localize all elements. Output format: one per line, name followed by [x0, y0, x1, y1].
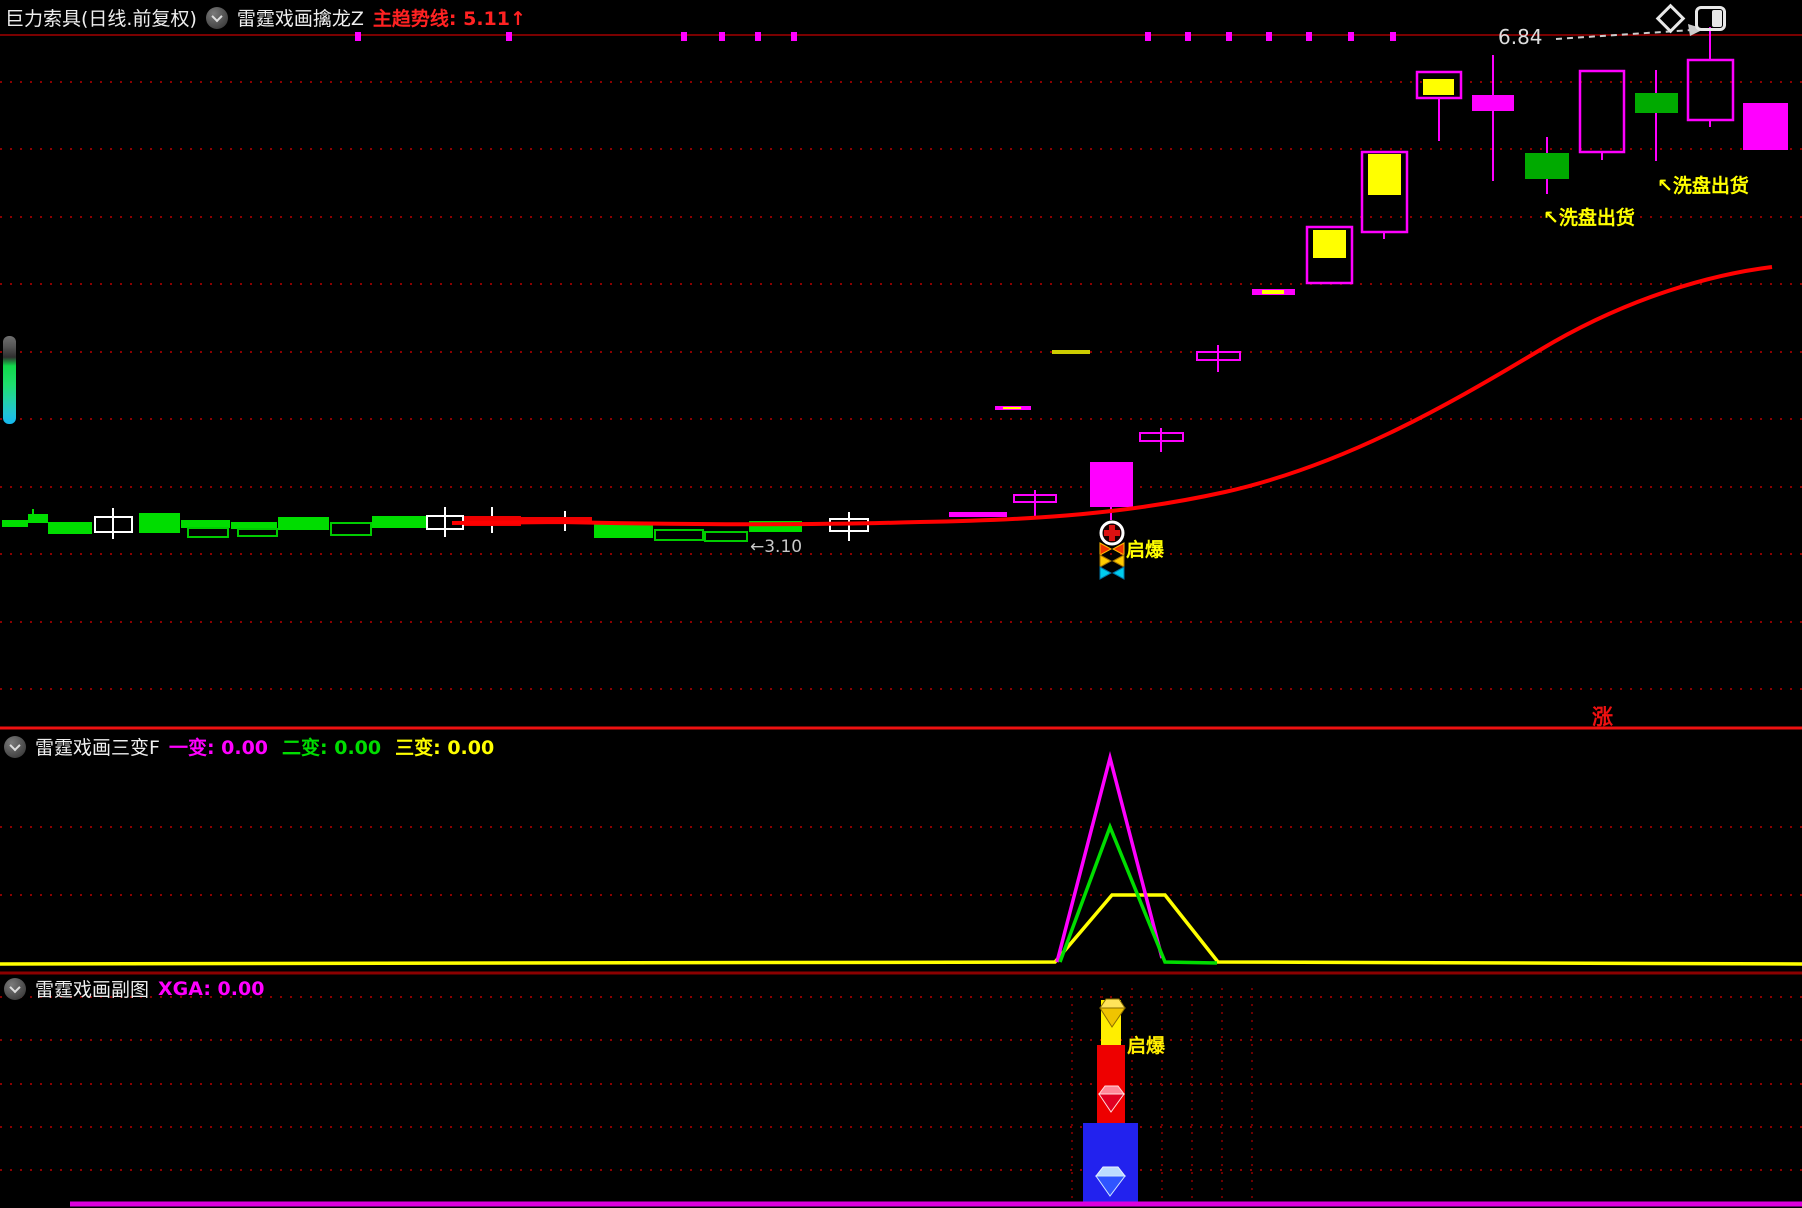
ignite-label-sub: 启爆 — [1127, 1034, 1166, 1057]
panel-layout-icon[interactable] — [1695, 6, 1726, 31]
indicator-field: XGA: 0.00 — [158, 977, 265, 1000]
sub-panel-header: 雷霆戏画副图 XGA: 0.00 — [4, 975, 278, 1002]
main-indicator-title: 雷霆戏画擒龙Z — [236, 8, 364, 30]
trend-line-value: 主趋势线: 5.11↑ — [372, 8, 526, 30]
grid-tri — [0, 826, 1802, 896]
tri-panel-title: 雷霆戏画三变F — [35, 737, 160, 759]
sub-panel-fields: XGA: 0.00 — [158, 978, 278, 1000]
sub-panel-title: 雷霆戏画副图 — [35, 979, 150, 1001]
left-gauge — [3, 336, 16, 424]
right-candles — [949, 27, 1788, 520]
tri-panel-header: 雷霆戏画三变F 一变: 0.00 二变: 0.00 三变: 0.00 — [4, 733, 508, 760]
symbol-title: 巨力索具(日线.前复权) — [5, 8, 197, 30]
wash-signal-label: ↖洗盘出货 — [1543, 206, 1635, 229]
annotations: 6.84←3.10↖洗盘出货↖洗盘出货启爆启爆涨 — [750, 24, 1749, 1057]
indicator-field: 三变: 0.00 — [395, 737, 495, 759]
price-high-label: 6.84 — [1498, 25, 1543, 49]
signal-markers — [1099, 520, 1125, 580]
chart-title-bar: 巨力索具(日线.前复权) 雷霆戏画擒龙Z 主趋势线: 5.11↑ — [5, 4, 526, 31]
chart-canvas[interactable]: 6.84←3.10↖洗盘出货↖洗盘出货启爆启爆涨 — [0, 0, 1802, 1208]
tri-panel-fields: 一变: 0.00 二变: 0.00 三变: 0.00 — [169, 733, 508, 760]
price-low-label: ←3.10 — [750, 537, 802, 557]
tri-indicator-lines — [0, 751, 1802, 966]
wash-signal-label: ↖洗盘出货 — [1657, 174, 1749, 197]
collapse-sub-icon[interactable] — [4, 977, 26, 1000]
ignite-label-main: 启爆 — [1126, 538, 1165, 561]
indicator-field: 一变: 0.00 — [168, 737, 269, 759]
indicator-field: 二变: 0.00 — [282, 737, 382, 759]
rise-label: 涨 — [1592, 705, 1613, 729]
grid-sub — [0, 996, 1802, 1171]
collapse-main-icon[interactable] — [205, 6, 228, 29]
collapse-tri-icon[interactable] — [4, 735, 26, 758]
top-signal-dots — [355, 32, 1396, 41]
stock-chart-app: 6.84 ←3.10 ↖洗盘出货 ↖洗盘出货 启爆 启爆涨 巨力索具(日线.前复权) 雷霆… — [0, 0, 1802, 1208]
